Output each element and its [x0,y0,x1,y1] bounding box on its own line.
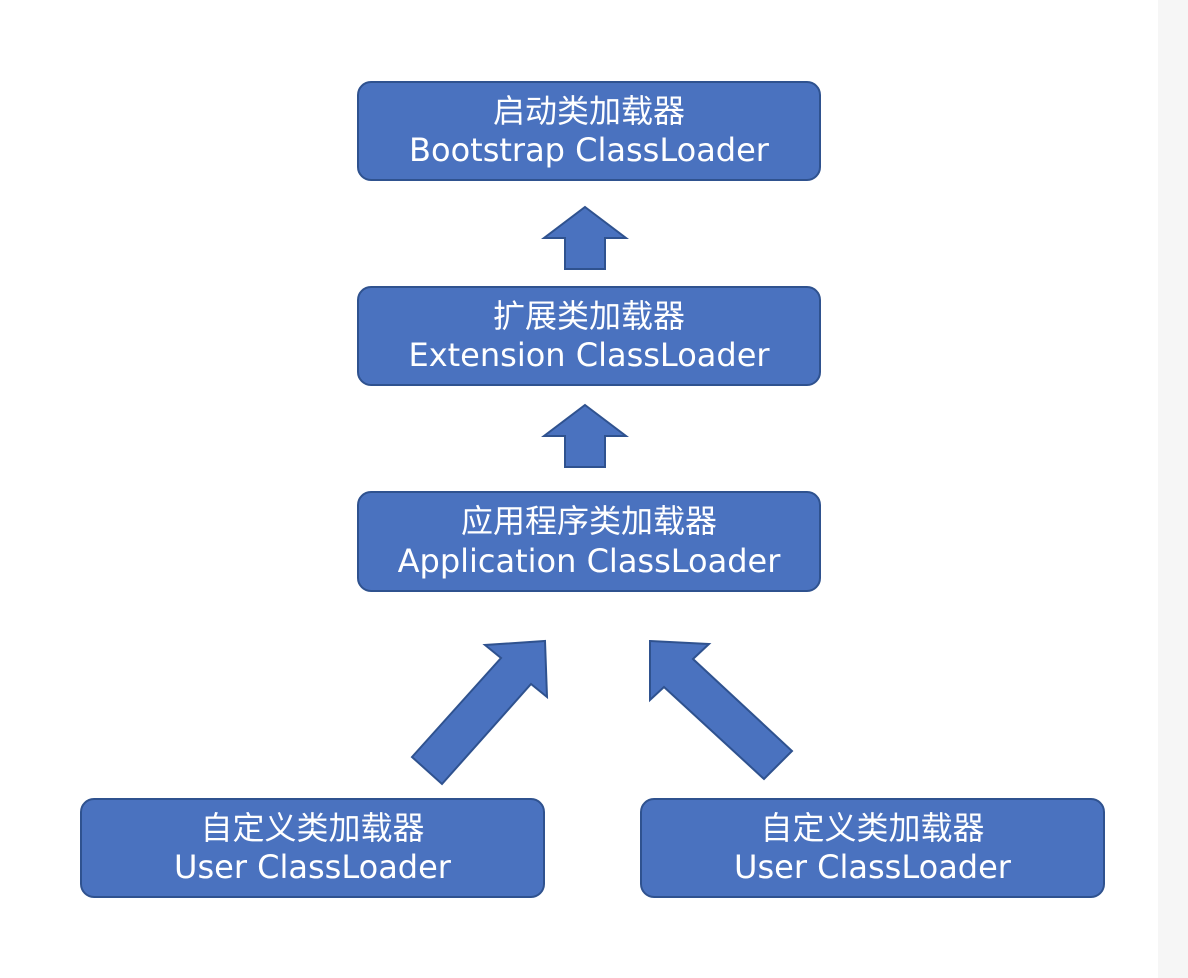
arrow-user-right-to-application [649,639,794,781]
user-classloader-node-left: 自定义类加载器 User ClassLoader [80,798,545,898]
classloader-hierarchy-diagram: 启动类加载器 Bootstrap ClassLoader 扩展类加载器 Exte… [0,0,1188,978]
extension-zh-label: 扩展类加载器 [492,296,685,335]
arrow-extension-to-bootstrap [541,205,629,270]
application-en-label: Application ClassLoader [397,541,781,580]
user-right-en-label: User ClassLoader [734,848,1011,886]
extension-en-label: Extension ClassLoader [408,336,770,374]
bootstrap-en-label: Bootstrap ClassLoader [409,131,769,169]
user-classloader-node-right: 自定义类加载器 User ClassLoader [640,798,1105,898]
user-left-zh-label: 自定义类加载器 [200,808,425,847]
extension-classloader-node: 扩展类加载器 Extension ClassLoader [357,286,821,386]
arrow-user-left-to-application [410,639,549,786]
application-classloader-node: 应用程序类加载器 Application ClassLoader [357,491,821,592]
user-left-en-label: User ClassLoader [174,848,451,886]
arrow-application-to-extension [541,403,629,468]
bootstrap-zh-label: 启动类加载器 [492,91,685,130]
application-zh-label: 应用程序类加载器 [460,502,717,541]
user-right-zh-label: 自定义类加载器 [760,808,985,847]
bootstrap-classloader-node: 启动类加载器 Bootstrap ClassLoader [357,81,821,181]
